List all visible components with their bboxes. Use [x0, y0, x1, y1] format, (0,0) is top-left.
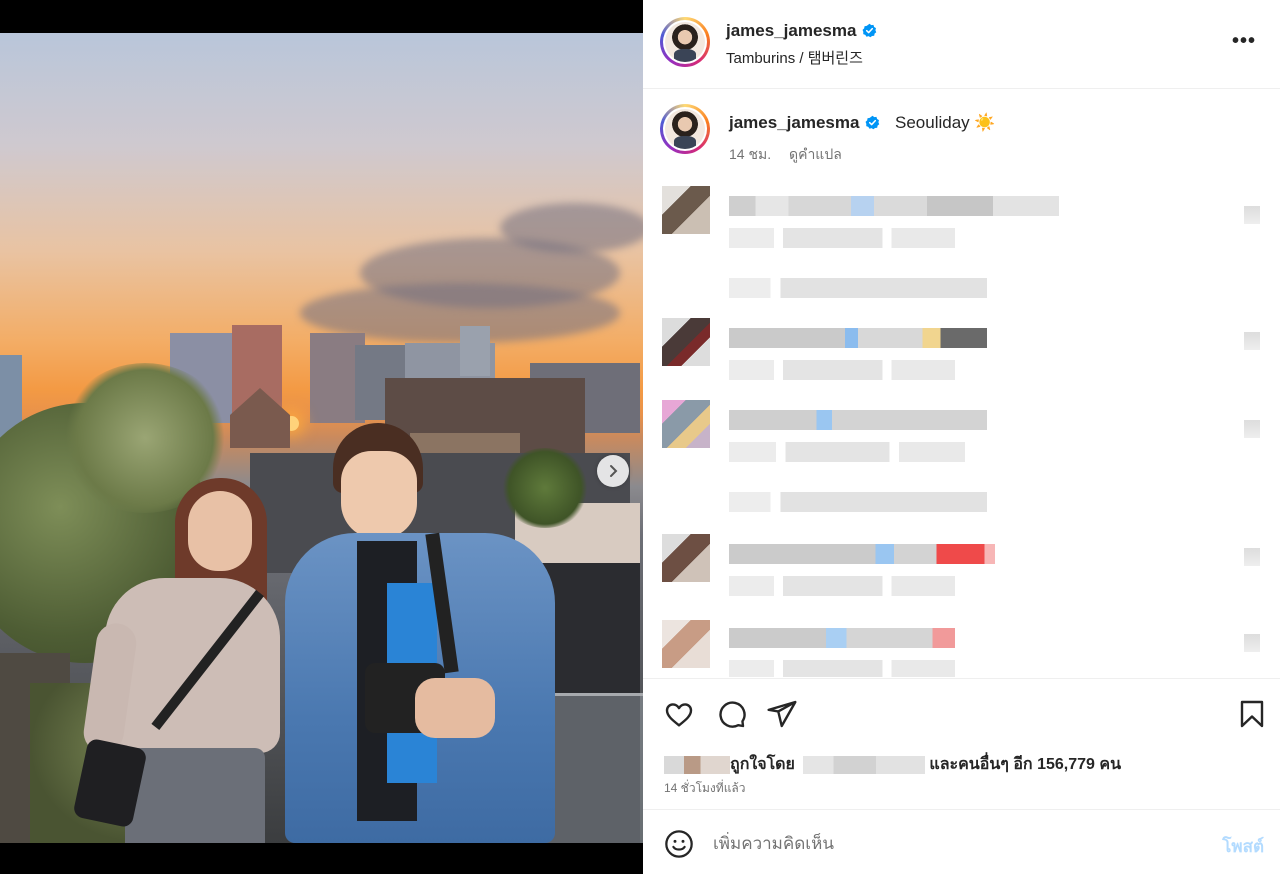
comment-like-icon[interactable] — [1244, 420, 1260, 438]
likes-prefix: ถูกใจโดย — [730, 756, 795, 773]
post-photo — [0, 33, 643, 843]
share-button[interactable] — [766, 698, 798, 730]
likes-count[interactable]: 156,779 — [1037, 756, 1095, 773]
caption-username[interactable]: james_jamesma — [729, 113, 880, 133]
post-comment-button[interactable]: โพสต์ — [1222, 833, 1264, 860]
more-horizontal-icon: ••• — [1231, 30, 1256, 52]
liker-name-blurred[interactable] — [803, 755, 926, 774]
commenter-avatar[interactable] — [662, 620, 710, 668]
comment-input[interactable] — [713, 832, 1173, 856]
commenter-avatar[interactable] — [662, 534, 710, 582]
chevron-right-icon — [610, 465, 618, 477]
author-avatar[interactable] — [660, 17, 710, 67]
comment-text-blurred — [729, 196, 1059, 216]
comment-meta-blurred — [729, 660, 955, 677]
comment-text-blurred — [729, 628, 955, 648]
comment-like-icon[interactable] — [1244, 332, 1260, 350]
caption-time: 14 ชม. — [729, 146, 772, 162]
comment-text-blurred — [729, 544, 995, 564]
person-man — [265, 423, 565, 843]
commenter-avatar[interactable] — [662, 186, 710, 234]
verified-badge-icon — [863, 23, 877, 38]
comments-list[interactable] — [643, 180, 1280, 677]
caption-meta: 14 ชม. ดูคำแปล — [729, 144, 856, 166]
post-header: james_jamesma Tamburins / 탬버린즈 ••• — [643, 0, 1280, 89]
comment-like-icon[interactable] — [1244, 548, 1260, 566]
comment-meta-blurred — [729, 442, 965, 462]
comment-icon — [719, 701, 746, 728]
likes-middle: และคนอื่นๆ อีก — [929, 756, 1033, 773]
commenter-avatar[interactable] — [662, 318, 710, 366]
carousel-next-button[interactable] — [597, 455, 629, 487]
comment-meta-blurred — [729, 360, 955, 380]
post-media — [0, 0, 643, 874]
heart-icon — [665, 703, 693, 727]
like-button[interactable] — [663, 698, 695, 730]
likes-summary[interactable]: ถูกใจโดย และคนอื่นๆ อีก 156,779 คน — [664, 752, 1121, 777]
caption-text: Seouliday ☀️ — [895, 113, 996, 132]
bookmark-icon — [1240, 700, 1264, 728]
translate-link[interactable]: ดูคำแปล — [789, 146, 842, 162]
save-button[interactable] — [1236, 698, 1268, 730]
more-options-button[interactable]: ••• — [1232, 30, 1256, 53]
post-time-ago[interactable]: 14 ชั่วโมงที่แล้ว — [664, 779, 746, 798]
liker-avatars-blurred — [664, 755, 730, 774]
comment-meta-blurred — [729, 228, 955, 248]
caption-avatar[interactable] — [660, 104, 710, 154]
send-icon — [767, 700, 797, 728]
comment-replies-blurred[interactable] — [729, 492, 987, 512]
comment-like-icon[interactable] — [1244, 206, 1260, 224]
author-username[interactable]: james_jamesma — [726, 21, 877, 41]
emoji-icon — [665, 830, 693, 858]
comment-replies-blurred[interactable] — [729, 278, 987, 298]
comment-button[interactable] — [715, 698, 747, 730]
comment-meta-blurred — [729, 576, 955, 596]
commenter-avatar[interactable] — [662, 400, 710, 448]
post-location[interactable]: Tamburins / 탬버린즈 — [726, 47, 863, 68]
comment-text-blurred — [729, 328, 987, 348]
add-comment-bar: โพสต์ — [643, 810, 1280, 874]
post-side-panel: james_jamesma Tamburins / 탬버린즈 ••• james… — [643, 0, 1280, 874]
verified-badge-icon — [866, 115, 880, 130]
emoji-button[interactable] — [663, 828, 695, 860]
likes-suffix: คน — [1099, 756, 1121, 773]
comment-like-icon[interactable] — [1244, 634, 1260, 652]
post-actions-section: ถูกใจโดย และคนอื่นๆ อีก 156,779 คน 14 ชั… — [643, 678, 1280, 810]
comment-text-blurred — [729, 410, 987, 430]
